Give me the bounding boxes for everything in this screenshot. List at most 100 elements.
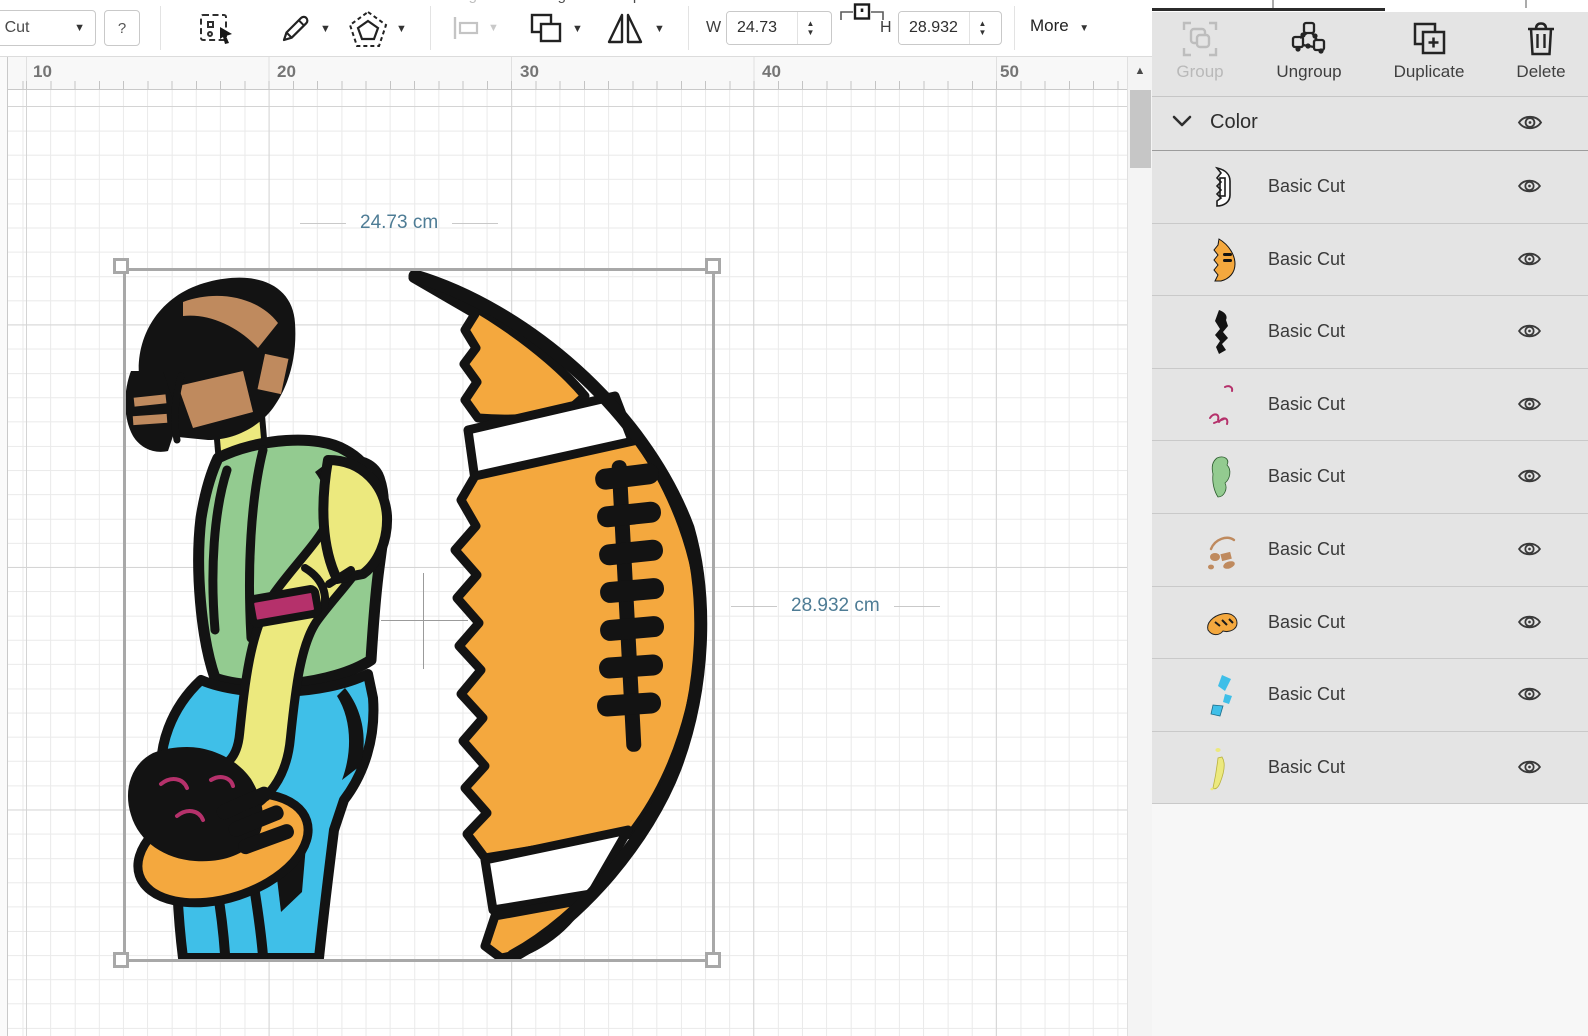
selection-bounding-box[interactable] (123, 268, 715, 962)
arrange-section-label: Arrange (521, 0, 574, 4)
group-title: Color (1210, 111, 1258, 134)
orange-football-piece-thumbnail (1205, 237, 1239, 283)
ruler-number: 50 (1000, 62, 1019, 82)
height-dimension-label: 28.932 cm (791, 595, 880, 617)
chevron-down-icon: ▼ (572, 23, 583, 35)
align-left-icon (452, 16, 480, 40)
delete-button[interactable]: Delete (1493, 20, 1588, 82)
chevron-down-icon: ▼ (74, 22, 85, 34)
size-section-label: Size (702, 0, 731, 4)
toolbar-divider (688, 6, 689, 50)
height-stepper[interactable]: ▲▼ (969, 12, 995, 44)
maroon-detail-piece-thumbnail (1205, 382, 1239, 428)
width-dimension-label: 24.73 cm (360, 212, 438, 234)
layer-row[interactable]: Basic Cut (1152, 441, 1588, 514)
blue-pants-piece-thumbnail (1205, 672, 1239, 718)
operation-type-dropdown[interactable]: Basic Cut ▼ (0, 10, 96, 46)
offset-section-label: Offset (348, 0, 388, 4)
duplicate-icon (1410, 20, 1448, 58)
chevron-down-icon: ▼ (396, 23, 407, 35)
eye-icon[interactable] (1517, 322, 1542, 340)
selection-handle-top-right[interactable] (705, 258, 721, 274)
eye-icon[interactable] (1517, 613, 1542, 631)
arrange-layers-icon (528, 12, 564, 46)
eye-icon[interactable] (1517, 758, 1542, 776)
layer-row[interactable]: Basic Cut (1152, 151, 1588, 224)
layers-panel: Group Ungroup (1152, 0, 1588, 1036)
eye-icon[interactable] (1517, 250, 1542, 268)
selection-center-crosshair (423, 573, 424, 669)
ungroup-icon (1290, 20, 1328, 58)
layer-list: Basic Cut Basic Cut Basic Cut (1152, 151, 1588, 804)
canvas-vertical-scrollbar[interactable]: ▲ (1127, 57, 1152, 1036)
horizontal-ruler: 10 20 30 40 50 (8, 57, 1127, 90)
color-group-header[interactable]: Color (1152, 97, 1588, 151)
ruler-number: 20 (277, 62, 296, 82)
layer-row[interactable]: Basic Cut (1152, 514, 1588, 587)
align-section-label: Align (452, 0, 485, 4)
design-canvas[interactable]: 24.73 cm 28.932 cm (8, 90, 1127, 1036)
selection-handle-top-left[interactable] (113, 258, 129, 274)
pencil-icon (278, 12, 312, 46)
layer-row[interactable]: Basic Cut (1152, 224, 1588, 297)
deselect-button[interactable] (198, 12, 240, 48)
active-tab-indicator (1152, 8, 1385, 11)
selection-handle-bottom-right[interactable] (705, 952, 721, 968)
tan-skin-piece-thumbnail (1205, 527, 1239, 573)
ruler-number: 40 (762, 62, 781, 82)
more-button[interactable]: More ▼ (1030, 16, 1089, 36)
duplicate-button[interactable]: Duplicate (1381, 20, 1477, 82)
height-input[interactable] (899, 12, 969, 44)
deselect-section-label: Deselect (183, 0, 241, 4)
panel-tab-strip[interactable] (1152, 0, 1588, 12)
trash-icon (1522, 20, 1560, 58)
group-icon (1181, 20, 1219, 58)
toolbar-divider (1014, 6, 1015, 50)
selection-handle-bottom-left[interactable] (113, 952, 129, 968)
layer-row[interactable]: Basic Cut (1152, 659, 1588, 732)
black-outline-piece-thumbnail (1205, 309, 1239, 355)
eye-icon[interactable] (1517, 177, 1542, 195)
ruler-number: 10 (33, 62, 52, 82)
height-field: ▲▼ (898, 11, 1002, 45)
edit-button[interactable]: ▼ (278, 12, 334, 48)
ruler-ticks (8, 81, 1127, 89)
width-label: W (706, 19, 721, 37)
layer-row[interactable]: Basic Cut (1152, 369, 1588, 442)
aspect-lock-icon[interactable] (838, 2, 886, 22)
chevron-down-icon[interactable] (1172, 114, 1192, 128)
chevron-down-icon: ▼ (488, 22, 499, 34)
eye-icon[interactable] (1517, 467, 1542, 485)
vertical-ruler-edge (0, 57, 8, 1036)
yellow-arm-piece-thumbnail (1205, 745, 1239, 791)
width-input[interactable] (727, 12, 797, 44)
help-button[interactable]: ? (104, 10, 140, 46)
scroll-up-arrow[interactable]: ▲ (1128, 65, 1152, 77)
orange-glove-football-piece-thumbnail (1205, 600, 1239, 646)
layer-actions-bar: Group Ungroup (1152, 12, 1588, 97)
arrange-button[interactable]: ▼ (528, 12, 586, 48)
white-outline-piece-thumbnail (1205, 164, 1239, 210)
scrollbar-thumb[interactable] (1130, 90, 1151, 168)
offset-pentagon-icon (348, 10, 388, 48)
layer-row[interactable]: Basic Cut (1152, 732, 1588, 805)
width-stepper[interactable]: ▲▼ (797, 12, 823, 44)
offset-button[interactable]: ▼ (348, 10, 410, 50)
layer-row[interactable]: Basic Cut (1152, 587, 1588, 660)
toolbar-divider (430, 6, 431, 50)
group-button[interactable]: Group (1152, 20, 1248, 82)
edit-section-label: Edit (287, 0, 313, 4)
chevron-down-icon: ▼ (1079, 23, 1089, 34)
ungroup-button[interactable]: Ungroup (1261, 20, 1357, 82)
layer-row[interactable]: Basic Cut (1152, 296, 1588, 369)
eye-icon[interactable] (1517, 395, 1542, 413)
flip-button[interactable]: ▼ (606, 12, 666, 48)
toolbar-divider (160, 6, 161, 50)
eye-icon[interactable] (1517, 113, 1543, 132)
chevron-down-icon: ▼ (320, 23, 331, 35)
align-button[interactable]: ▼ (452, 16, 502, 44)
ruler-number: 30 (520, 62, 539, 82)
flip-mirror-icon (606, 12, 644, 46)
eye-icon[interactable] (1517, 540, 1542, 558)
eye-icon[interactable] (1517, 685, 1542, 703)
